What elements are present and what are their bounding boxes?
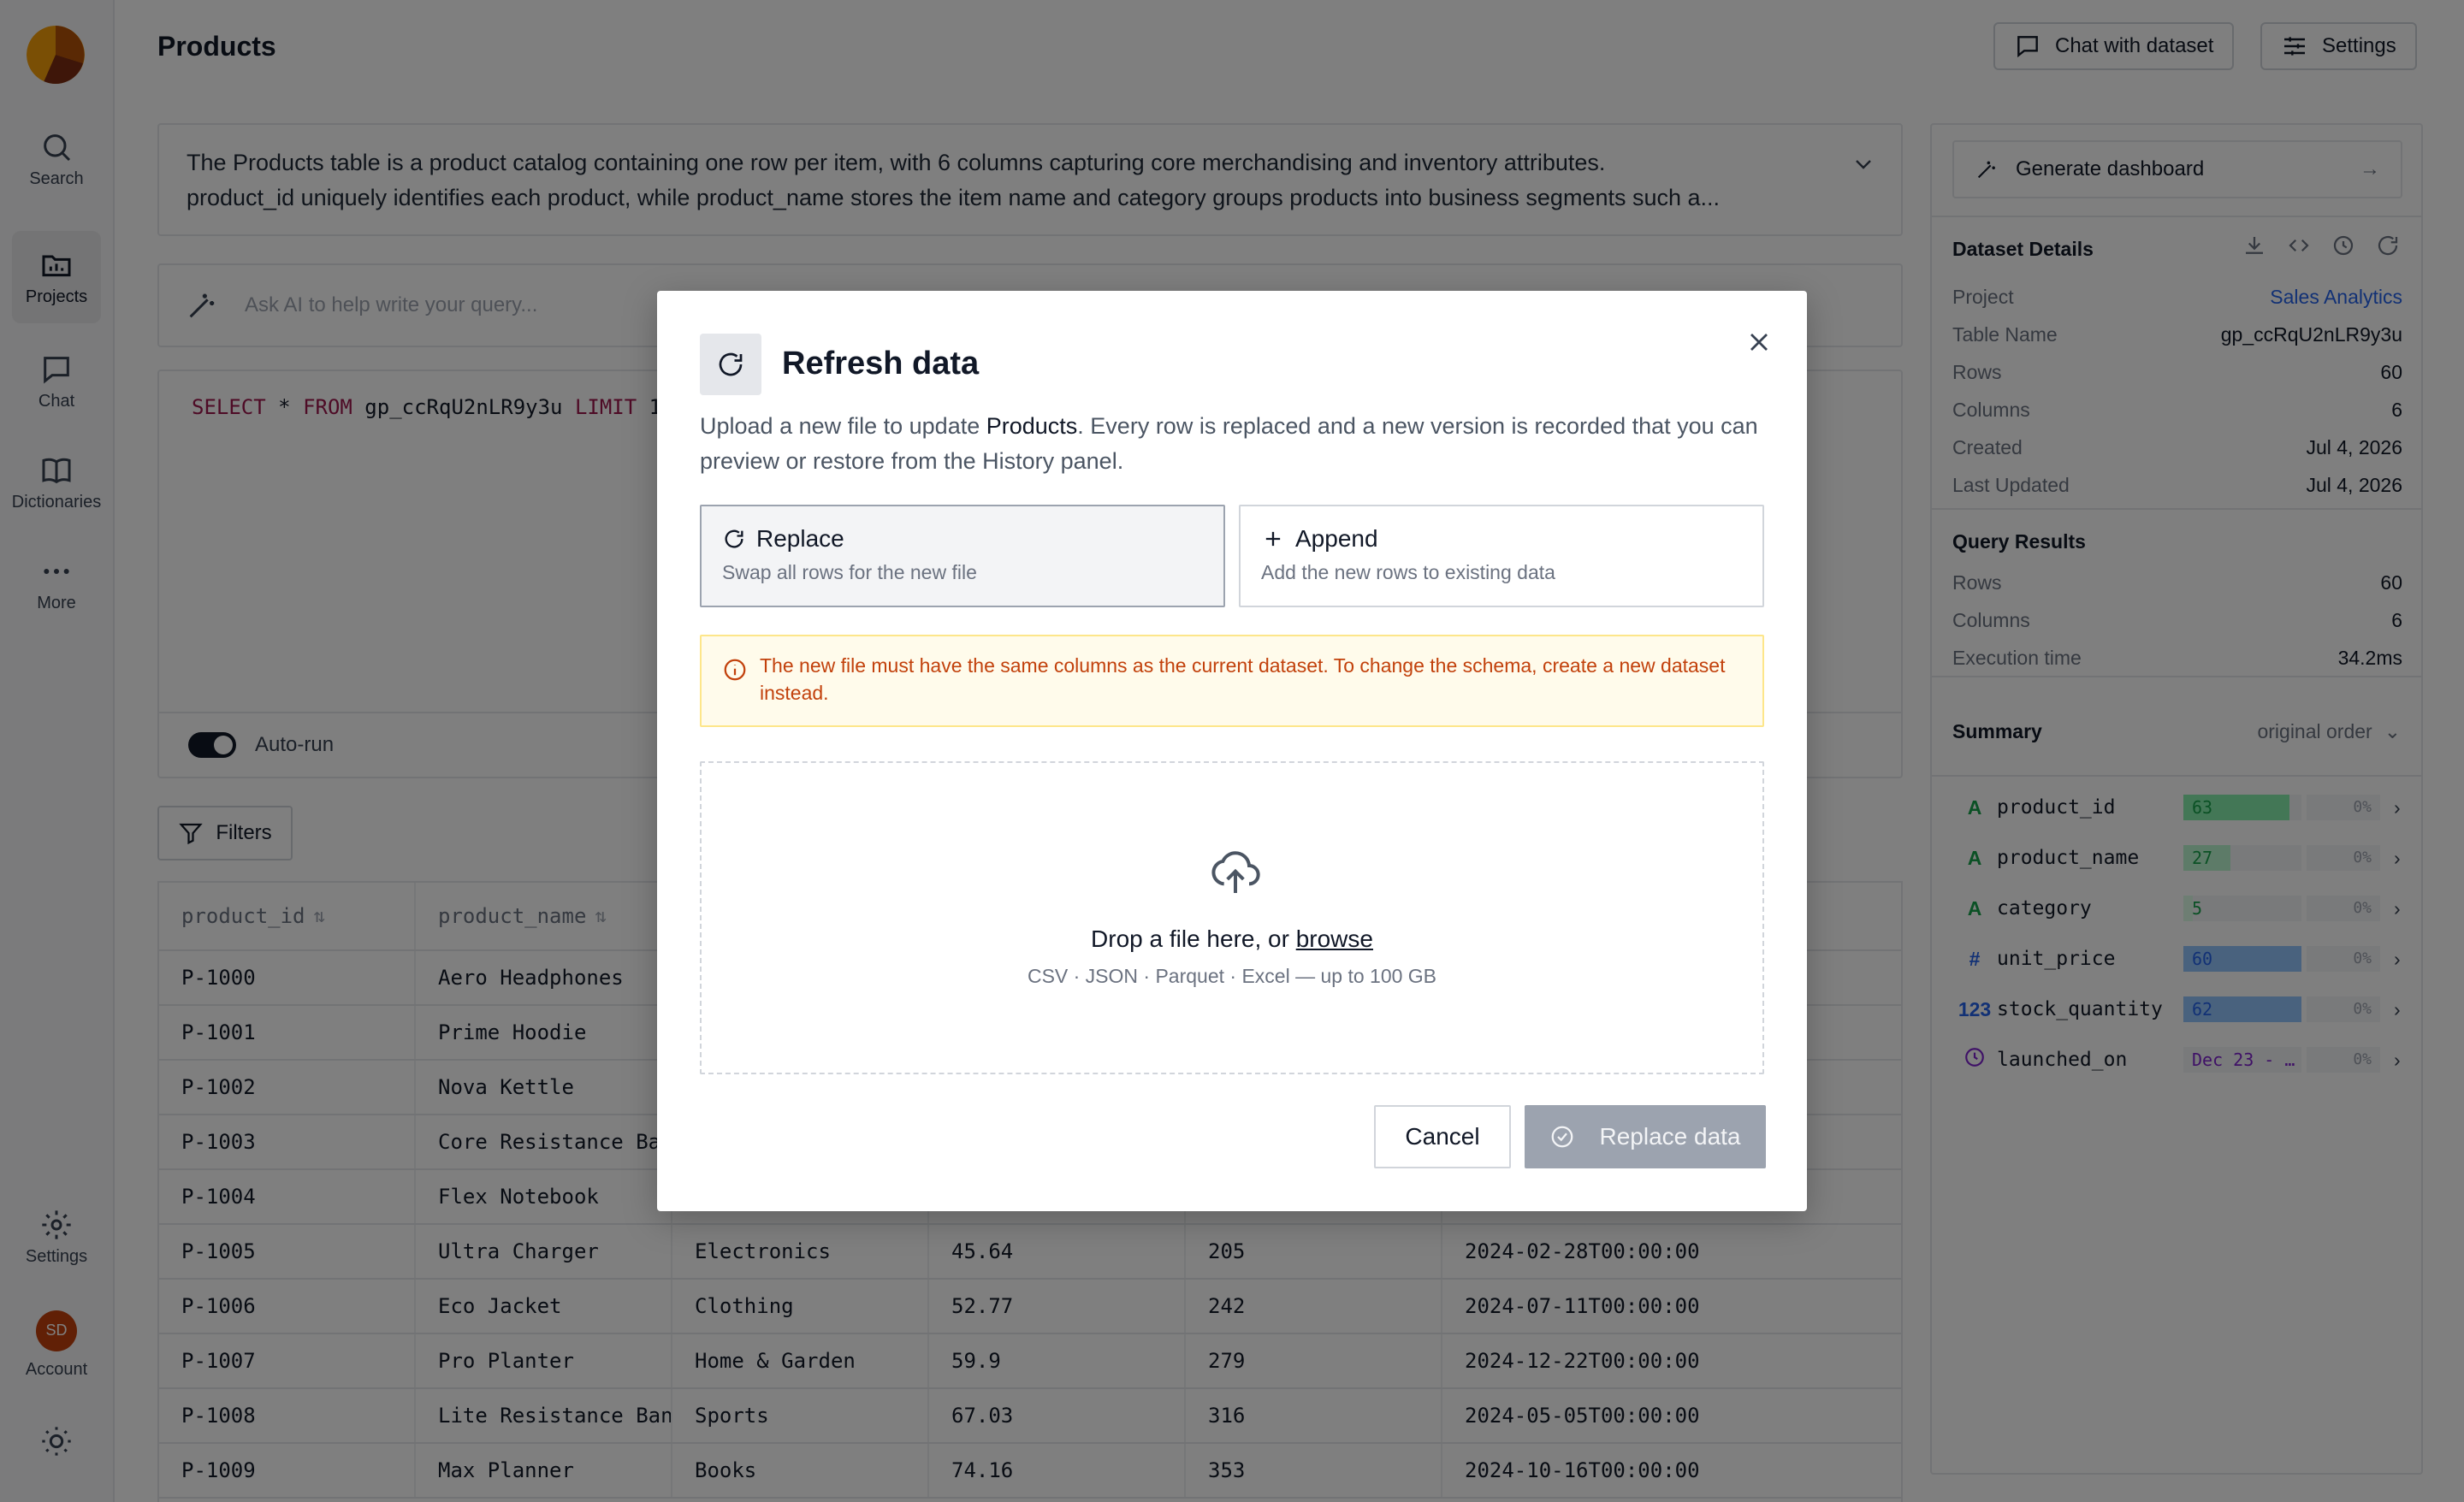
refresh-icon-box <box>700 334 761 395</box>
append-option[interactable]: Append Add the new rows to existing data <box>1239 505 1764 607</box>
refresh-icon <box>719 352 743 376</box>
replace-option-title: Replace <box>756 525 844 552</box>
dialog-desc-pre: Upload a new file to update <box>700 413 986 439</box>
check-circle-icon <box>1552 1126 1573 1148</box>
drop-instructions: Drop a file here, or browse <box>702 925 1762 953</box>
supported-formats: CSV · JSON · Parquet · Excel — up to 100… <box>1027 965 1437 987</box>
replace-data-button[interactable]: Replace data <box>1525 1105 1766 1168</box>
cancel-button[interactable]: Cancel <box>1374 1105 1511 1168</box>
dialog-description: Upload a new file to update Products. Ev… <box>700 409 1761 479</box>
schema-warning: The new file must have the same columns … <box>700 635 1764 727</box>
info-icon <box>724 659 746 681</box>
plus-icon <box>1265 531 1281 547</box>
close-icon[interactable] <box>1744 327 1774 358</box>
refresh-icon <box>725 529 743 548</box>
file-drop-zone[interactable]: Drop a file here, or browse CSV · JSON ·… <box>700 761 1764 1074</box>
drop-text: Drop a file here, or <box>1091 925 1296 952</box>
replace-option-subtitle: Swap all rows for the new file <box>722 561 977 583</box>
dialog-desc-dataset: Products <box>986 413 1078 439</box>
append-option-subtitle: Add the new rows to existing data <box>1261 561 1555 583</box>
replace-option[interactable]: Replace Swap all rows for the new file <box>700 505 1225 607</box>
dialog-title: Refresh data <box>782 346 980 381</box>
browse-link[interactable]: browse <box>1296 925 1373 952</box>
schema-warning-text: The new file must have the same columns … <box>760 654 1726 704</box>
refresh-data-dialog: Refresh data Upload a new file to update… <box>657 291 1807 1211</box>
cloud-upload-icon <box>1211 851 1260 893</box>
append-option-title: Append <box>1295 525 1378 552</box>
replace-data-label: Replace data <box>1599 1123 1741 1150</box>
